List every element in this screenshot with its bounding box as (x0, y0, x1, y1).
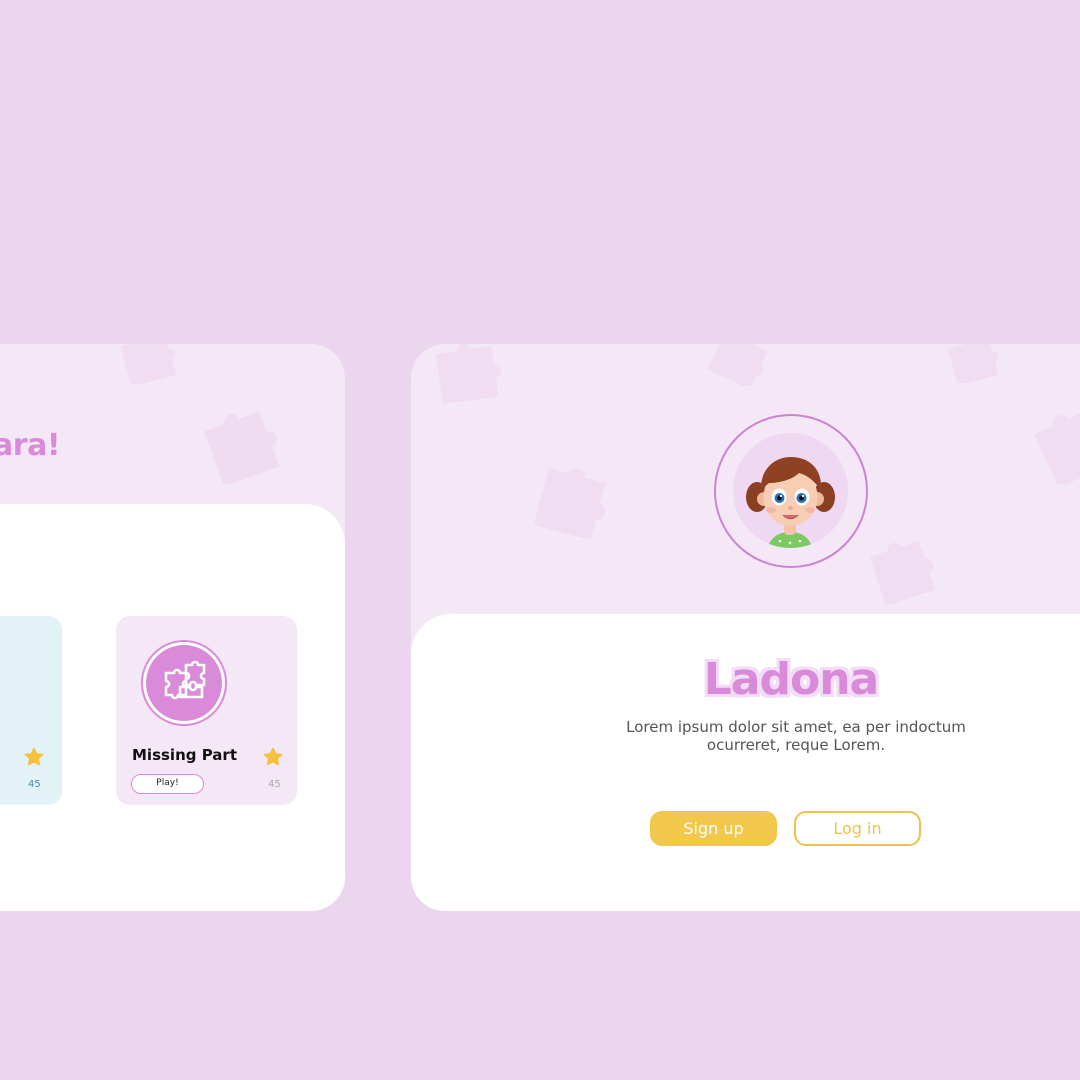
play-count: 45 (268, 779, 281, 790)
games-panel: 45 Missing Part Play! 45 (0, 504, 345, 911)
welcome-panel: Ladona Lorem ipsum dolor sit amet, ea pe… (411, 614, 1080, 911)
puzzle-deco-icon (533, 468, 606, 539)
game-card[interactable]: 45 (0, 616, 62, 805)
star-icon (263, 747, 283, 766)
puzzle-deco-icon (870, 541, 935, 604)
star-icon (24, 747, 44, 766)
game-card-missing-part[interactable]: Missing Part Play! 45 (116, 616, 297, 805)
welcome-description: Lorem ipsum dolor sit amet, ea per indoc… (626, 718, 966, 754)
right-screen: Ladona Lorem ipsum dolor sit amet, ea pe… (411, 344, 1080, 911)
greeting-title: ara! (0, 428, 60, 463)
puzzle-deco-icon (435, 344, 501, 404)
puzzle-deco-icon (707, 344, 768, 386)
play-button[interactable]: Play! (131, 774, 204, 794)
puzzle-deco-icon (120, 344, 176, 384)
signup-button[interactable]: Sign up (650, 811, 777, 846)
puzzle-icon (146, 645, 222, 721)
avatar (714, 414, 868, 568)
brand-title: Ladona (703, 654, 879, 705)
puzzle-deco-icon (1034, 409, 1080, 484)
puzzle-deco-icon (948, 344, 999, 383)
girl-avatar-icon (733, 433, 848, 548)
game-icon-frame (141, 640, 227, 726)
game-title: Missing Part (132, 746, 237, 764)
puzzle-deco-icon (204, 411, 280, 484)
play-count: 45 (28, 779, 41, 790)
left-screen: ara! 45 Missing Part Play! 45 (0, 344, 345, 911)
login-button[interactable]: Log in (794, 811, 921, 846)
